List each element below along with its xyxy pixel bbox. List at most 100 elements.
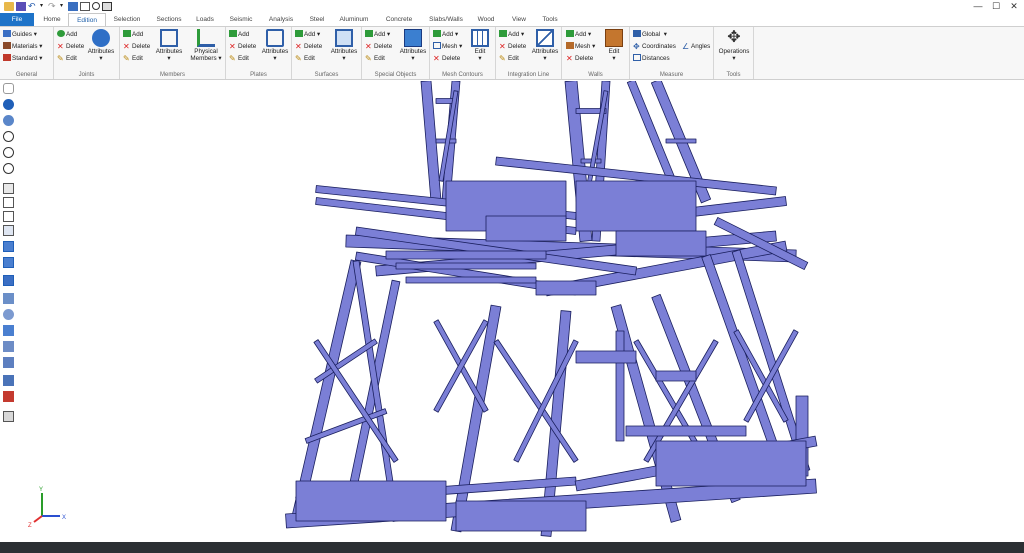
- measure-coordinates-button[interactable]: ✥ Coordinates: [633, 42, 676, 52]
- tab-slabs-walls[interactable]: Slabs/Walls: [426, 13, 466, 26]
- page-icon[interactable]: [80, 1, 90, 11]
- structure-3d-model[interactable]: X Y Z: [16, 81, 1024, 542]
- render-mode-icon[interactable]: [3, 293, 14, 304]
- view-right-icon[interactable]: [3, 225, 14, 236]
- measure-angles-button[interactable]: ∠ Angles: [682, 42, 710, 52]
- zoom-circle-icon[interactable]: [3, 131, 14, 142]
- standard-button[interactable]: Standard ▾: [3, 54, 42, 64]
- view-left-icon[interactable]: [3, 211, 14, 222]
- render-solid-icon[interactable]: [3, 309, 14, 320]
- model-viewport[interactable]: X Y Z: [16, 81, 1024, 542]
- monitor-icon[interactable]: [68, 1, 78, 11]
- materials-button[interactable]: Materials ▾: [3, 42, 42, 52]
- integration-line-delete-button[interactable]: ✕ Delete: [499, 42, 526, 52]
- joints-delete-button[interactable]: ✕ Delete: [57, 42, 84, 52]
- steel-plate[interactable]: [295, 480, 447, 522]
- close-button[interactable]: ✕: [1004, 0, 1024, 12]
- tab-concrete[interactable]: Concrete: [381, 13, 417, 26]
- members-edit-button[interactable]: ✎ Edit: [123, 54, 143, 64]
- surfaces-delete-button[interactable]: ✕ Delete: [295, 42, 322, 52]
- tab-view[interactable]: View: [508, 13, 530, 26]
- surfaces-attributes-button[interactable]: Attributes ▾: [329, 29, 359, 62]
- walls-mesh-button[interactable]: Mesh ▾: [566, 42, 595, 52]
- surfaces-edit-button[interactable]: ✎ Edit: [295, 54, 315, 64]
- special-objects-add-button[interactable]: Add ▾: [365, 30, 390, 40]
- special-objects-edit-button[interactable]: ✎ Edit: [365, 54, 385, 64]
- integration-line-attributes-button[interactable]: Attributes ▾: [530, 29, 560, 62]
- tab-selection[interactable]: Selection: [110, 13, 144, 26]
- section-view-icon[interactable]: [3, 325, 14, 336]
- members-add-button[interactable]: Add: [123, 30, 143, 40]
- physical-members-button[interactable]: Physical Members ▾: [188, 29, 224, 62]
- joints-edit-button[interactable]: ✎ Edit: [57, 54, 77, 64]
- tab-seismic[interactable]: Seismic: [226, 13, 256, 26]
- tab-home[interactable]: Home: [38, 13, 66, 26]
- globe-rotate-icon[interactable]: [3, 99, 14, 110]
- tab-sections[interactable]: Sections: [152, 13, 186, 26]
- walls-edit-button[interactable]: Edit ▾: [602, 29, 626, 62]
- joints-add-button[interactable]: Add: [57, 30, 77, 40]
- joints-attributes-button[interactable]: Attributes ▾: [86, 29, 116, 62]
- plates-edit-button[interactable]: ✎ Edit: [229, 54, 249, 64]
- tab-file[interactable]: File: [0, 13, 34, 26]
- operations-button[interactable]: ✥ Operations ▾: [717, 29, 751, 62]
- steel-plate[interactable]: [405, 276, 537, 284]
- special-objects-attributes-button[interactable]: Attributes ▾: [398, 29, 428, 62]
- tab-wood[interactable]: Wood: [474, 13, 498, 26]
- tab-loads[interactable]: Loads: [193, 13, 217, 26]
- plate-view-icon[interactable]: [3, 357, 14, 368]
- plates-attributes-button[interactable]: Attributes ▾: [260, 29, 290, 62]
- steel-plate[interactable]: [615, 230, 707, 257]
- view-bottom-icon[interactable]: [3, 257, 14, 268]
- view-top-icon[interactable]: [3, 241, 14, 252]
- walls-add-button[interactable]: Add ▾: [566, 30, 591, 40]
- integration-line-edit-button[interactable]: ✎ Edit: [499, 54, 519, 64]
- members-attributes-button[interactable]: Attributes ▾: [154, 29, 184, 62]
- pan-hand-icon[interactable]: [3, 83, 14, 94]
- mesh-contours-delete-button[interactable]: ✕ Delete: [433, 54, 460, 64]
- steel-member[interactable]: [665, 138, 697, 144]
- zoom-icon[interactable]: [92, 2, 100, 10]
- surfaces-add-button[interactable]: Add ▾: [295, 30, 320, 40]
- steel-plate[interactable]: [395, 262, 537, 270]
- plates-delete-button[interactable]: ✕ Delete: [229, 42, 256, 52]
- dropdown-arrow-icon[interactable]: ▾: [60, 2, 66, 11]
- screenshot-icon[interactable]: [3, 411, 14, 422]
- zoom-window-icon[interactable]: [3, 147, 14, 158]
- maximize-button[interactable]: ☐: [986, 0, 1006, 12]
- tab-analysis[interactable]: Analysis: [264, 13, 298, 26]
- measure-global-button[interactable]: Global ▾: [633, 30, 667, 40]
- tab-tools[interactable]: Tools: [538, 13, 562, 26]
- steel-plate[interactable]: [655, 440, 807, 487]
- redo-icon[interactable]: ↷: [48, 1, 58, 11]
- plates-add-button[interactable]: Add: [229, 30, 249, 40]
- steel-plate[interactable]: [615, 330, 625, 442]
- steel-plate[interactable]: [655, 370, 697, 382]
- mesh-contours-mesh-button[interactable]: Mesh ▾: [433, 42, 462, 52]
- integration-line-add-button[interactable]: Add ▾: [499, 30, 524, 40]
- tab-aluminum[interactable]: Aluminum: [336, 13, 372, 26]
- mesh-contours-edit-button[interactable]: Edit ▾: [468, 29, 492, 62]
- zoom-extents-icon[interactable]: [3, 163, 14, 174]
- special-objects-delete-button[interactable]: ✕ Delete: [365, 42, 392, 52]
- minimize-button[interactable]: —: [968, 0, 988, 12]
- view-front-icon[interactable]: [3, 183, 14, 194]
- filter-view-icon[interactable]: [3, 375, 14, 386]
- member-view-icon[interactable]: [3, 341, 14, 352]
- members-delete-button[interactable]: ✕ Delete: [123, 42, 150, 52]
- mesh-contours-add-button[interactable]: Add ▾: [433, 30, 458, 40]
- open-folder-icon[interactable]: [4, 1, 14, 11]
- undo-icon[interactable]: ↶: [28, 1, 38, 11]
- steel-plate[interactable]: [535, 280, 597, 296]
- steel-member[interactable]: [513, 339, 579, 463]
- save-icon[interactable]: [16, 1, 26, 11]
- steel-plate[interactable]: [575, 180, 697, 232]
- view-iso-icon[interactable]: [3, 275, 14, 286]
- tab-edition[interactable]: Edition: [68, 13, 106, 27]
- dropdown-arrow-icon[interactable]: ▾: [40, 2, 46, 11]
- guides-button[interactable]: Guides ▾: [3, 30, 37, 40]
- steel-plate[interactable]: [625, 425, 747, 437]
- view-back-icon[interactable]: [3, 197, 14, 208]
- walls-delete-button[interactable]: ✕ Delete: [566, 54, 593, 64]
- steel-plate[interactable]: [455, 500, 587, 532]
